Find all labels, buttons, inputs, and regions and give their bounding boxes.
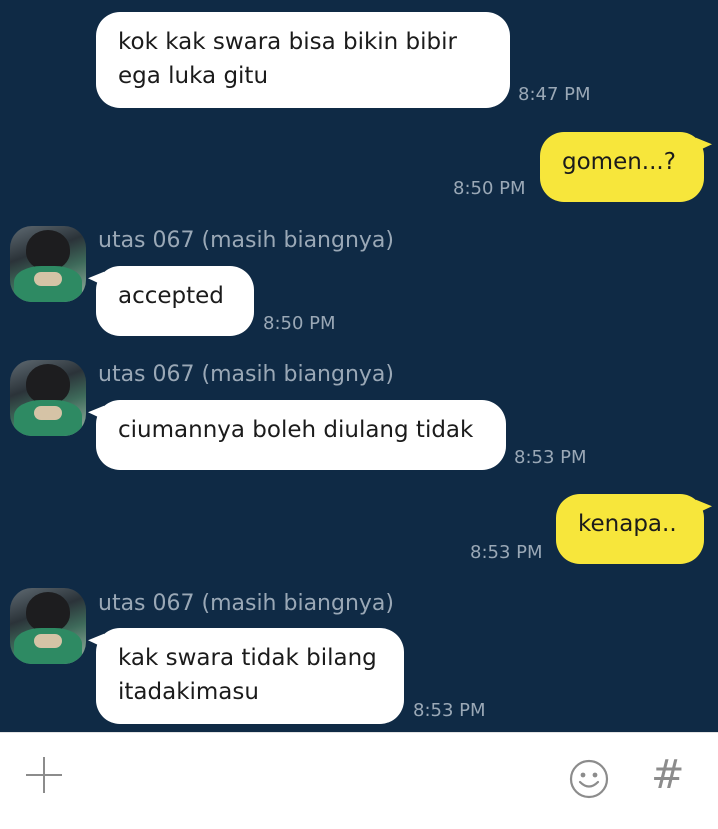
avatar[interactable] xyxy=(10,588,86,664)
avatar-head xyxy=(26,230,70,270)
message-bubble[interactable]: kok kak swara bisa bikin bibir ega luka … xyxy=(96,12,510,108)
message-timestamp: 8:50 PM xyxy=(263,313,336,334)
message-bubble[interactable]: gomen...? xyxy=(540,132,704,202)
avatar-hand xyxy=(34,634,62,648)
avatar-hand xyxy=(34,406,62,420)
message-bubble[interactable]: accepted xyxy=(96,266,254,336)
avatar-hand xyxy=(34,272,62,286)
chat-area[interactable]: kok kak swara bisa bikin bibir ega luka … xyxy=(0,0,718,732)
avatar-head xyxy=(26,592,70,632)
sender-name: utas 067 (masih biangnya) xyxy=(98,591,394,616)
avatar-head xyxy=(26,364,70,404)
message-timestamp: 8:53 PM xyxy=(413,700,486,721)
message-timestamp: 8:53 PM xyxy=(514,447,587,468)
message-bubble[interactable]: ciumannya boleh diulang tidak xyxy=(96,400,506,470)
sender-name: utas 067 (masih biangnya) xyxy=(98,362,394,387)
message-bubble[interactable]: kenapa.. xyxy=(556,494,704,564)
message-timestamp: 8:53 PM xyxy=(470,542,543,563)
avatar[interactable] xyxy=(10,226,86,302)
plus-icon[interactable] xyxy=(24,755,64,795)
sender-name: utas 067 (masih biangnya) xyxy=(98,228,394,253)
hashtag-icon[interactable]: # xyxy=(651,753,685,797)
avatar[interactable] xyxy=(10,360,86,436)
message-composer: # xyxy=(0,732,718,829)
smile-icon[interactable] xyxy=(569,759,609,799)
message-timestamp: 8:47 PM xyxy=(518,84,591,105)
message-timestamp: 8:50 PM xyxy=(453,178,526,199)
message-bubble[interactable]: kak swara tidak bilang itadakimasu xyxy=(96,628,404,724)
